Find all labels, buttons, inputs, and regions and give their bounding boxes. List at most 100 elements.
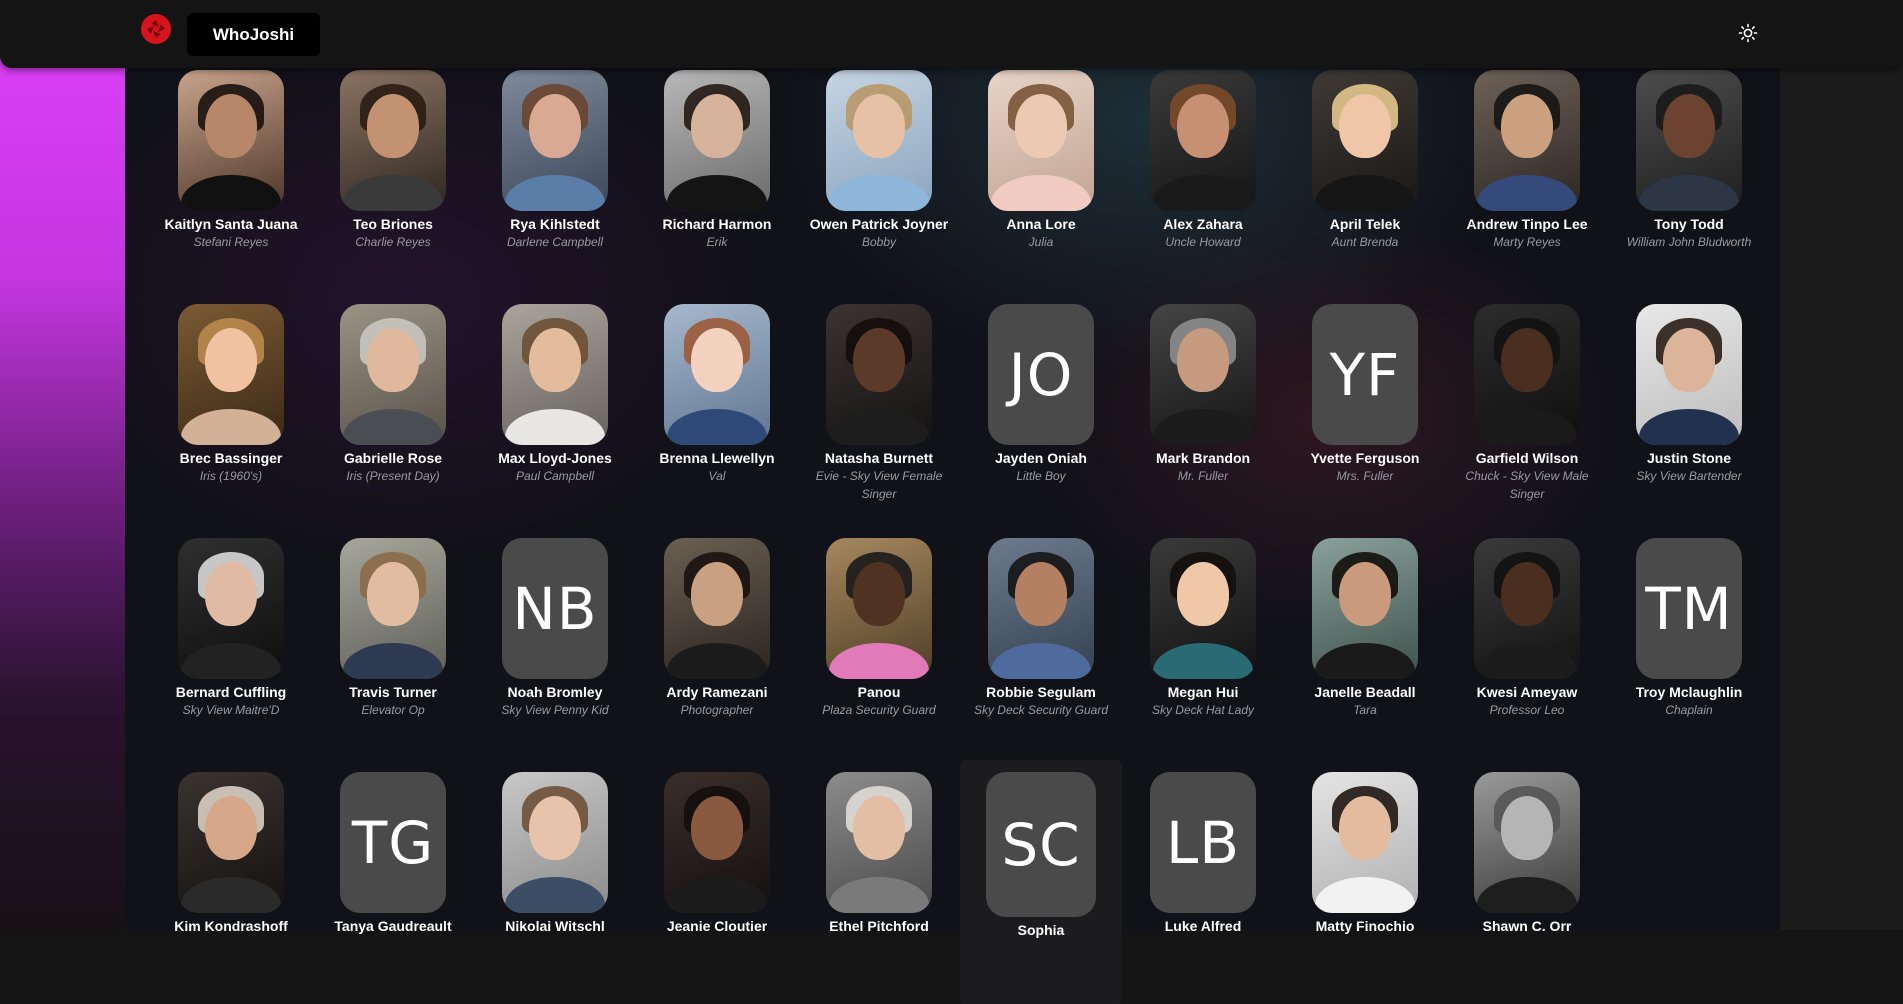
cast-member-card[interactable]: April Telek Aunt Brenda [1284, 68, 1446, 302]
cast-member-card[interactable]: Rya Kihlstedt Darlene Campbell [474, 68, 636, 302]
cast-member-card[interactable]: Shawn C. Orr [1446, 770, 1608, 1004]
cast-member-name[interactable]: Sophia [966, 921, 1116, 939]
cast-member-name[interactable]: Troy Mclaughlin [1614, 683, 1764, 701]
headshot-photo[interactable] [664, 70, 770, 211]
headshot-photo[interactable] [178, 538, 284, 679]
cast-member-name[interactable]: Garfield Wilson [1452, 449, 1602, 467]
cast-member-name[interactable]: Kaitlyn Santa Juana [156, 215, 306, 233]
cast-member-name[interactable]: Noah Bromley [480, 683, 630, 701]
cast-member-card[interactable]: Brec Bassinger Iris (1960's) [150, 302, 312, 536]
headshot-photo[interactable] [1474, 304, 1580, 445]
cast-member-card[interactable]: Nikolai Witschl [474, 770, 636, 1004]
headshot-photo[interactable] [1150, 304, 1256, 445]
cast-member-name[interactable]: Gabrielle Rose [318, 449, 468, 467]
cast-member-card[interactable]: Brenna Llewellyn Val [636, 302, 798, 536]
headshot-photo[interactable] [664, 304, 770, 445]
cast-member-name[interactable]: Owen Patrick Joyner [804, 215, 954, 233]
cast-member-name[interactable]: Max Lloyd-Jones [480, 449, 630, 467]
cast-member-card[interactable]: Gabrielle Rose Iris (Present Day) [312, 302, 474, 536]
cast-member-card[interactable]: TG Tanya Gaudreault [312, 770, 474, 1004]
cast-member-card[interactable]: Jeanie Cloutier [636, 770, 798, 1004]
headshot-photo[interactable] [664, 772, 770, 913]
cast-member-card[interactable]: NB Noah Bromley Sky View Penny Kid [474, 536, 636, 770]
headshot-photo[interactable] [1636, 304, 1742, 445]
headshot-photo[interactable] [502, 304, 608, 445]
cast-member-name[interactable]: Nikolai Witschl [480, 917, 630, 935]
headshot-photo[interactable] [178, 70, 284, 211]
cast-member-name[interactable]: Matty Finochio [1290, 917, 1440, 935]
cast-member-card[interactable]: Ardy Ramezani Photographer [636, 536, 798, 770]
headshot-photo[interactable] [1150, 538, 1256, 679]
cast-member-name[interactable]: Bernard Cuffling [156, 683, 306, 701]
cast-member-card[interactable]: Garfield Wilson Chuck - Sky View Male Sin… [1446, 302, 1608, 536]
headshot-photo[interactable] [178, 772, 284, 913]
cast-member-card[interactable]: Megan Hui Sky Deck Hat Lady [1122, 536, 1284, 770]
cast-member-card[interactable]: Max Lloyd-Jones Paul Campbell [474, 302, 636, 536]
cast-member-name[interactable]: Tanya Gaudreault [318, 917, 468, 935]
cast-member-name[interactable]: Justin Stone [1614, 449, 1764, 467]
avatar-initials[interactable]: TM [1636, 538, 1742, 679]
cast-member-card[interactable]: JO Jayden Oniah Little Boy [960, 302, 1122, 536]
cast-member-card[interactable]: SC Sophia [960, 760, 1122, 1004]
brand-home-link[interactable]: WhoJoshi [187, 13, 320, 56]
headshot-photo[interactable] [1150, 70, 1256, 211]
cast-member-card[interactable]: Kwesi Ameyaw Professor Leo [1446, 536, 1608, 770]
cast-member-name[interactable]: Brec Bassinger [156, 449, 306, 467]
cast-member-name[interactable]: Travis Turner [318, 683, 468, 701]
cast-member-name[interactable]: Anna Lore [966, 215, 1116, 233]
cast-member-card[interactable]: LB Luke Alfred [1122, 770, 1284, 1004]
cast-member-name[interactable]: April Telek [1290, 215, 1440, 233]
cast-member-card[interactable]: Bernard Cuffling Sky View Maitre'D [150, 536, 312, 770]
headshot-photo[interactable] [1474, 70, 1580, 211]
cast-member-card[interactable]: Teo Briones Charlie Reyes [312, 68, 474, 302]
cast-member-card[interactable]: TM Troy Mclaughlin Chaplain [1608, 536, 1770, 770]
headshot-photo[interactable] [826, 70, 932, 211]
headshot-photo[interactable] [826, 538, 932, 679]
cast-member-name[interactable]: Natasha Burnett [804, 449, 954, 467]
cast-member-name[interactable]: Andrew Tinpo Lee [1452, 215, 1602, 233]
cast-member-card[interactable]: Justin Stone Sky View Bartender [1608, 302, 1770, 536]
cast-member-name[interactable]: Megan Hui [1128, 683, 1278, 701]
cast-member-card[interactable]: Owen Patrick Joyner Bobby [798, 68, 960, 302]
headshot-photo[interactable] [1312, 772, 1418, 913]
cast-member-card[interactable]: Matty Finochio [1284, 770, 1446, 1004]
headshot-photo[interactable] [340, 70, 446, 211]
cast-member-name[interactable]: Rya Kihlstedt [480, 215, 630, 233]
headshot-photo[interactable] [1474, 538, 1580, 679]
cast-member-card[interactable]: Ethel Pitchford [798, 770, 960, 1004]
cast-member-card[interactable]: Kaitlyn Santa Juana Stefani Reyes [150, 68, 312, 302]
cast-member-card[interactable]: YF Yvette Ferguson Mrs. Fuller [1284, 302, 1446, 536]
avatar-initials[interactable]: NB [502, 538, 608, 679]
headshot-photo[interactable] [1312, 70, 1418, 211]
avatar-initials[interactable]: JO [988, 304, 1094, 445]
cast-member-name[interactable]: Tony Todd [1614, 215, 1764, 233]
cast-member-name[interactable]: Luke Alfred [1128, 917, 1278, 935]
cast-member-card[interactable]: Travis Turner Elevator Op [312, 536, 474, 770]
cast-member-name[interactable]: Panou [804, 683, 954, 701]
avatar-initials[interactable]: TG [340, 772, 446, 913]
cast-member-card[interactable]: Natasha Burnett Evie - Sky View Female Si… [798, 302, 960, 536]
cast-member-name[interactable]: Teo Briones [318, 215, 468, 233]
cast-member-card[interactable]: Anna Lore Julia [960, 68, 1122, 302]
headshot-photo[interactable] [178, 304, 284, 445]
headshot-photo[interactable] [340, 538, 446, 679]
cast-member-card[interactable]: Alex Zahara Uncle Howard [1122, 68, 1284, 302]
headshot-photo[interactable] [1636, 70, 1742, 211]
sun-icon[interactable] [1736, 21, 1760, 45]
cast-member-card[interactable]: Tony Todd William John Bludworth [1608, 68, 1770, 302]
headshot-photo[interactable] [988, 538, 1094, 679]
cast-member-name[interactable]: Kwesi Ameyaw [1452, 683, 1602, 701]
headshot-photo[interactable] [502, 772, 608, 913]
headshot-photo[interactable] [988, 70, 1094, 211]
headshot-photo[interactable] [826, 304, 932, 445]
cast-member-name[interactable]: Yvette Ferguson [1290, 449, 1440, 467]
headshot-photo[interactable] [664, 538, 770, 679]
cast-member-name[interactable]: Brenna Llewellyn [642, 449, 792, 467]
headshot-photo[interactable] [340, 304, 446, 445]
cast-member-name[interactable]: Kim Kondrashoff [156, 917, 306, 935]
cast-member-name[interactable]: Ethel Pitchford [804, 917, 954, 935]
cast-member-name[interactable]: Jeanie Cloutier [642, 917, 792, 935]
cast-member-name[interactable]: Alex Zahara [1128, 215, 1278, 233]
cast-member-name[interactable]: Ardy Ramezani [642, 683, 792, 701]
avatar-initials[interactable]: YF [1312, 304, 1418, 445]
